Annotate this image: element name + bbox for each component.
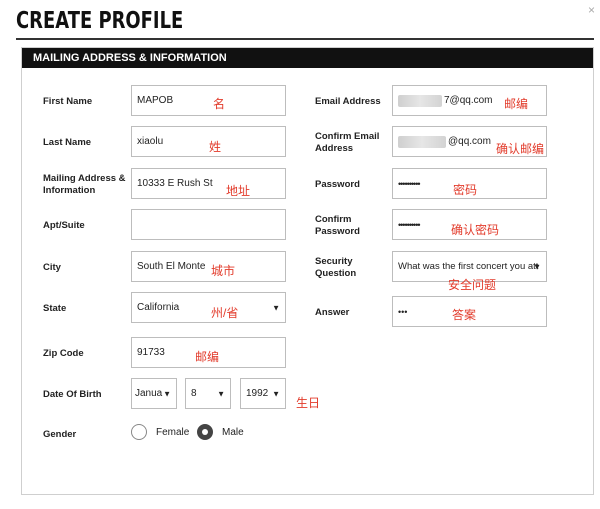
password-value: •••••••••• — [398, 178, 420, 189]
email-note: 邮编 — [504, 97, 529, 111]
state-label: State — [43, 303, 67, 314]
security-question-label: Security Question — [315, 256, 357, 279]
last-name-note: 姓 — [209, 140, 222, 154]
close-icon[interactable]: × — [588, 4, 595, 16]
dob-label: Date Of Birth — [43, 389, 102, 400]
security-question-value: What was the first concert you att — [398, 261, 539, 272]
security-question-note: 安全问题 — [448, 278, 497, 292]
last-name-label: Last Name — [43, 137, 92, 148]
city-input[interactable]: South El Monte — [131, 251, 286, 282]
zip-code-label: Zip Code — [43, 348, 84, 359]
dob-year-select[interactable]: 1992 ▼ — [240, 378, 286, 409]
apt-suite-input[interactable] — [131, 209, 286, 240]
chevron-down-icon: ▼ — [272, 389, 280, 398]
zip-code-value: 91733 — [137, 347, 165, 358]
email-value: 7@qq.com — [444, 95, 493, 106]
state-value: California — [137, 302, 180, 313]
first-name-input[interactable]: MAPOB — [131, 85, 286, 116]
city-value: South El Monte — [137, 261, 206, 272]
confirm-password-label: Confirm Password — [315, 214, 360, 237]
dob-month-select[interactable]: Janua ▼ — [131, 378, 177, 409]
confirm-email-label: Confirm Email Address — [315, 131, 380, 154]
dob-note: 生日 — [296, 396, 321, 410]
mailing-address-label: Mailing Address & Information — [43, 173, 126, 196]
mailing-address-input[interactable]: 10333 E Rush St — [131, 168, 286, 199]
confirm-email-note: 确认邮编 — [496, 142, 545, 156]
apt-suite-label: Apt/Suite — [43, 220, 85, 231]
email-label: Email Address — [315, 96, 381, 107]
city-note: 城市 — [211, 264, 236, 278]
confirm-password-value: •••••••••• — [398, 219, 420, 230]
section-header: MAILING ADDRESS & INFORMATION — [22, 48, 593, 68]
dob-month-value: Janua — [135, 388, 163, 399]
last-name-value: xiaolu — [137, 136, 164, 147]
answer-value: ••• — [398, 306, 408, 317]
gender-label: Gender — [43, 429, 77, 440]
gender-male-radio[interactable] — [197, 424, 213, 440]
city-label: City — [43, 262, 61, 273]
answer-label: Answer — [315, 307, 350, 318]
chevron-down-icon: ▼ — [272, 303, 280, 312]
confirm-password-note: 确认密码 — [451, 223, 500, 237]
redacted-block — [398, 94, 442, 107]
page-title: CREATE PROFILE — [16, 8, 184, 34]
gender-female-label: Female — [156, 427, 190, 438]
chevron-down-icon: ▼ — [163, 389, 171, 398]
mailing-address-note: 地址 — [226, 184, 251, 198]
dob-day-value: 8 — [191, 388, 197, 399]
password-label: Password — [315, 179, 360, 190]
state-note: 州/省 — [211, 306, 239, 320]
redacted-block — [398, 135, 446, 148]
state-select[interactable]: California ▼ — [131, 292, 286, 323]
first-name-value: MAPOB — [137, 95, 174, 106]
chevron-down-icon: ▼ — [533, 262, 541, 271]
first-name-note: 名 — [213, 97, 226, 111]
dob-day-select[interactable]: 8 ▼ — [185, 378, 231, 409]
gender-female-radio[interactable] — [131, 424, 147, 440]
zip-code-note: 邮编 — [195, 350, 220, 364]
first-name-label: First Name — [43, 96, 93, 107]
title-divider — [16, 38, 594, 40]
chevron-down-icon: ▼ — [217, 389, 225, 398]
confirm-email-value: @qq.com — [448, 136, 491, 147]
gender-male-label: Male — [222, 427, 244, 438]
password-note: 密码 — [453, 183, 478, 197]
dob-year-value: 1992 — [246, 388, 269, 399]
mailing-address-value: 10333 E Rush St — [137, 178, 213, 189]
answer-note: 答案 — [452, 308, 477, 322]
